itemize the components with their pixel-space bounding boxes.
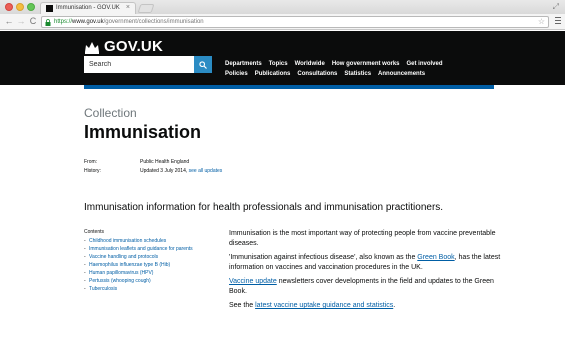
url-path: /government/collections/immunisation xyxy=(103,19,204,25)
back-icon[interactable]: ← xyxy=(4,16,14,27)
top-navigation: Departments Topics Worldwide How governm… xyxy=(225,60,525,80)
bookmark-star-icon[interactable]: ☆ xyxy=(538,17,545,27)
contents-item[interactable]: Haemophilus influenzae type B (Hib) xyxy=(84,262,204,269)
vaccine-uptake-link[interactable]: latest vaccine uptake guidance and stati… xyxy=(255,302,393,309)
zoom-window-icon[interactable] xyxy=(27,3,35,11)
url-scheme: https:// xyxy=(54,19,73,25)
meta-from-link[interactable]: Public Health England xyxy=(140,158,189,167)
fullscreen-icon[interactable]: ⤢ xyxy=(553,2,559,11)
minimize-window-icon[interactable] xyxy=(16,3,24,11)
nav-link-worldwide[interactable]: Worldwide xyxy=(295,60,325,68)
p4-after: . xyxy=(393,302,396,309)
page-title: Immunisation xyxy=(84,122,202,142)
nav-link-policies[interactable]: Policies xyxy=(225,70,248,78)
gov-header: GOV.UK Departments Topics Worldwide How … xyxy=(0,31,565,85)
nav-link-how-government-works[interactable]: How government works xyxy=(332,60,400,68)
body-paragraph-3: Vaccine update newsletters cover develop… xyxy=(229,277,509,296)
nav-link-consultations[interactable]: Consultations xyxy=(297,70,337,78)
search-input[interactable] xyxy=(84,56,194,73)
contents-item[interactable]: Tuberculosis xyxy=(84,286,204,293)
contents-item[interactable]: Human papillomavirus (HPV) xyxy=(84,270,204,277)
nav-link-publications[interactable]: Publications xyxy=(255,70,291,78)
new-tab-button[interactable] xyxy=(137,4,155,13)
see-all-updates-link[interactable]: see all updates xyxy=(189,168,223,174)
reload-icon[interactable]: C xyxy=(28,16,38,27)
brand-name: GOV.UK xyxy=(104,38,163,55)
meta-from-row: From: Public Health England xyxy=(84,158,222,167)
browser-toolbar: ← → C https://www.gov.uk/government/coll… xyxy=(0,14,565,30)
contents-item[interactable]: Immunisation leaflets and guidance for p… xyxy=(84,246,204,253)
nav-row-1: Departments Topics Worldwide How governm… xyxy=(225,60,525,68)
address-bar[interactable]: https://www.gov.uk/government/collection… xyxy=(41,16,549,28)
nav-link-get-involved[interactable]: Get involved xyxy=(407,60,443,68)
browser-menu-icon[interactable] xyxy=(555,17,561,25)
nav-link-topics[interactable]: Topics xyxy=(269,60,288,68)
url-host: www.gov.uk xyxy=(72,19,104,25)
lead-paragraph: Immunisation information for health prof… xyxy=(84,202,444,213)
tab-title: Immunisation - GOV.UK xyxy=(56,5,120,11)
contents-list: Contents Childhood immunisation schedule… xyxy=(84,229,204,294)
nav-link-departments[interactable]: Departments xyxy=(225,60,262,68)
meta-from-label: From: xyxy=(84,159,98,165)
contents-heading: Contents xyxy=(84,229,105,235)
p4-before: See the xyxy=(229,302,256,309)
meta-history-value: Updated 3 July 2014, see all updates xyxy=(140,167,222,176)
collection-label: Collection xyxy=(84,106,137,120)
web-page: GOV.UK Departments Topics Worldwide How … xyxy=(0,31,565,338)
contents-item[interactable]: Vaccine handling and protocols xyxy=(84,254,204,261)
favicon-icon xyxy=(46,5,53,12)
contents-item[interactable]: Childhood immunisation schedules xyxy=(84,238,204,245)
nav-link-announcements[interactable]: Announcements xyxy=(378,70,425,78)
nav-row-2: Policies Publications Consultations Stat… xyxy=(225,70,525,78)
meta-history-label: History: xyxy=(84,168,101,174)
green-book-link[interactable]: Green Book xyxy=(417,254,454,261)
nav-link-statistics[interactable]: Statistics xyxy=(344,70,371,78)
p2-before: 'Immunisation against infectious disease… xyxy=(229,254,418,261)
browser-window: Immunisation - GOV.UK × ⤢ ← → C https://… xyxy=(0,0,565,338)
body-paragraph-1: Immunisation is the most important way o… xyxy=(229,230,496,247)
body-paragraph-4: See the latest vaccine uptake guidance a… xyxy=(229,301,509,311)
search-icon xyxy=(199,60,207,69)
body-paragraph-2: 'Immunisation against infectious disease… xyxy=(229,253,509,272)
tab-strip: Immunisation - GOV.UK × ⤢ xyxy=(0,0,565,14)
close-window-icon[interactable] xyxy=(5,3,13,11)
metadata: From: Public Health England History: Upd… xyxy=(84,158,222,176)
govuk-logo-link[interactable]: GOV.UK xyxy=(84,38,163,55)
forward-icon[interactable]: → xyxy=(16,16,26,27)
tab-close-icon[interactable]: × xyxy=(126,4,130,12)
vaccine-update-link[interactable]: Vaccine update xyxy=(229,278,277,285)
browser-tab[interactable]: Immunisation - GOV.UK × xyxy=(40,2,136,14)
body-text: Immunisation is the most important way o… xyxy=(229,229,509,316)
crown-icon xyxy=(85,41,99,54)
search-button[interactable] xyxy=(194,56,212,73)
meta-history-row: History: Updated 3 July 2014, see all up… xyxy=(84,167,222,176)
header-accent-bar xyxy=(84,85,494,89)
lock-icon xyxy=(45,19,51,26)
url-text: https://www.gov.uk/government/collection… xyxy=(54,19,204,25)
contents-item[interactable]: Pertussis (whooping cough) xyxy=(84,278,204,285)
meta-history-text: Updated 3 July 2014, xyxy=(140,168,188,174)
